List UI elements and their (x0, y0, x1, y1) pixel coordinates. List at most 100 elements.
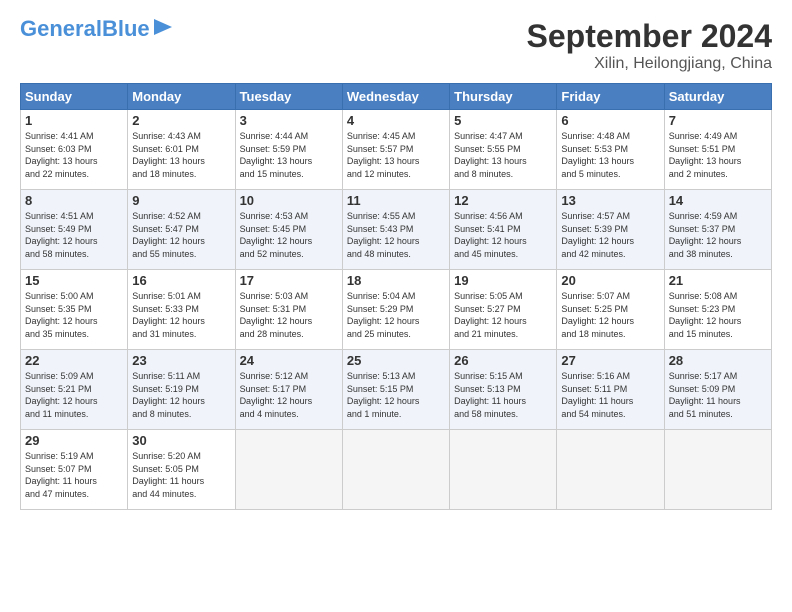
day-info: Sunrise: 5:07 AM Sunset: 5:25 PM Dayligh… (561, 290, 659, 340)
day-number: 10 (240, 193, 338, 208)
day-info: Sunrise: 5:08 AM Sunset: 5:23 PM Dayligh… (669, 290, 767, 340)
table-cell: 8Sunrise: 4:51 AM Sunset: 5:49 PM Daylig… (21, 190, 128, 270)
table-cell: 11 Sunrise: 4:55 AM Sunset: 5:43 PM Dayli… (342, 190, 449, 270)
table-cell: 16 Sunrise: 5:01 AM Sunset: 5:33 PM Dayli… (128, 270, 235, 350)
day-info: Sunrise: 4:55 AM Sunset: 5:43 PM Dayligh… (347, 210, 445, 260)
day-info: Sunrise: 4:49 AM Sunset: 5:51 PM Dayligh… (669, 130, 767, 180)
table-cell: 3 Sunrise: 4:44 AM Sunset: 5:59 PM Daylig… (235, 110, 342, 190)
table-cell: 5 Sunrise: 4:47 AM Sunset: 5:55 PM Daylig… (450, 110, 557, 190)
table-cell: 1Sunrise: 4:41 AM Sunset: 6:03 PM Daylig… (21, 110, 128, 190)
table-cell: 10 Sunrise: 4:53 AM Sunset: 5:45 PM Dayli… (235, 190, 342, 270)
day-info: Sunrise: 5:19 AM Sunset: 5:07 PM Dayligh… (25, 450, 123, 500)
day-info: Sunrise: 5:00 AM Sunset: 5:35 PM Dayligh… (25, 290, 123, 340)
title-section: September 2024 Xilin, Heilongjiang, Chin… (527, 18, 772, 73)
day-info: Sunrise: 5:05 AM Sunset: 5:27 PM Dayligh… (454, 290, 552, 340)
month-title: September 2024 (527, 18, 772, 55)
day-info: Sunrise: 4:44 AM Sunset: 5:59 PM Dayligh… (240, 130, 338, 180)
page: GeneralBlue September 2024 Xilin, Heilon… (0, 0, 792, 612)
table-cell: 20 Sunrise: 5:07 AM Sunset: 5:25 PM Dayli… (557, 270, 664, 350)
day-info: Sunrise: 5:20 AM Sunset: 5:05 PM Dayligh… (132, 450, 230, 500)
table-cell: 9Sunrise: 4:52 AM Sunset: 5:47 PM Daylig… (128, 190, 235, 270)
table-cell: 4 Sunrise: 4:45 AM Sunset: 5:57 PM Daylig… (342, 110, 449, 190)
day-number: 25 (347, 353, 445, 368)
day-number: 23 (132, 353, 230, 368)
day-info: Sunrise: 4:56 AM Sunset: 5:41 PM Dayligh… (454, 210, 552, 260)
table-cell (342, 430, 449, 510)
day-number: 14 (669, 193, 767, 208)
day-number: 21 (669, 273, 767, 288)
day-info: Sunrise: 4:59 AM Sunset: 5:37 PM Dayligh… (669, 210, 767, 260)
week-row-1: 1Sunrise: 4:41 AM Sunset: 6:03 PM Daylig… (21, 110, 772, 190)
location-title: Xilin, Heilongjiang, China (527, 55, 772, 73)
week-row-4: 22Sunrise: 5:09 AM Sunset: 5:21 PM Dayli… (21, 350, 772, 430)
col-sunday: Sunday (21, 84, 128, 110)
week-row-5: 29 Sunrise: 5:19 AM Sunset: 5:07 PM Dayli… (21, 430, 772, 510)
table-cell: 6 Sunrise: 4:48 AM Sunset: 5:53 PM Daylig… (557, 110, 664, 190)
day-info: Sunrise: 4:57 AM Sunset: 5:39 PM Dayligh… (561, 210, 659, 260)
day-info: Sunrise: 5:17 AM Sunset: 5:09 PM Dayligh… (669, 370, 767, 420)
day-number: 16 (132, 273, 230, 288)
table-cell: 23 Sunrise: 5:11 AM Sunset: 5:19 PM Dayli… (128, 350, 235, 430)
col-monday: Monday (128, 84, 235, 110)
day-info: Sunrise: 4:52 AM Sunset: 5:47 PM Dayligh… (132, 210, 230, 260)
table-cell: 2Sunrise: 4:43 AM Sunset: 6:01 PM Daylig… (128, 110, 235, 190)
day-info: Sunrise: 5:13 AM Sunset: 5:15 PM Dayligh… (347, 370, 445, 420)
day-number: 15 (25, 273, 123, 288)
day-number: 7 (669, 113, 767, 128)
day-number: 27 (561, 353, 659, 368)
day-number: 6 (561, 113, 659, 128)
day-number: 13 (561, 193, 659, 208)
table-cell: 18 Sunrise: 5:04 AM Sunset: 5:29 PM Dayli… (342, 270, 449, 350)
day-number: 20 (561, 273, 659, 288)
calendar-table: Sunday Monday Tuesday Wednesday Thursday… (20, 83, 772, 510)
logo: GeneralBlue (20, 18, 174, 40)
col-thursday: Thursday (450, 84, 557, 110)
day-info: Sunrise: 4:47 AM Sunset: 5:55 PM Dayligh… (454, 130, 552, 180)
table-cell: 21 Sunrise: 5:08 AM Sunset: 5:23 PM Dayli… (664, 270, 771, 350)
logo-arrow-icon (152, 17, 174, 37)
table-cell: 30 Sunrise: 5:20 AM Sunset: 5:05 PM Dayli… (128, 430, 235, 510)
day-info: Sunrise: 4:48 AM Sunset: 5:53 PM Dayligh… (561, 130, 659, 180)
day-info: Sunrise: 5:12 AM Sunset: 5:17 PM Dayligh… (240, 370, 338, 420)
week-row-2: 8Sunrise: 4:51 AM Sunset: 5:49 PM Daylig… (21, 190, 772, 270)
logo-text: GeneralBlue (20, 18, 150, 40)
table-cell: 7 Sunrise: 4:49 AM Sunset: 5:51 PM Daylig… (664, 110, 771, 190)
table-cell: 17Sunrise: 5:03 AM Sunset: 5:31 PM Dayli… (235, 270, 342, 350)
day-number: 11 (347, 193, 445, 208)
day-number: 19 (454, 273, 552, 288)
day-number: 8 (25, 193, 123, 208)
day-number: 29 (25, 433, 123, 448)
day-info: Sunrise: 4:53 AM Sunset: 5:45 PM Dayligh… (240, 210, 338, 260)
day-number: 17 (240, 273, 338, 288)
table-cell: 13 Sunrise: 4:57 AM Sunset: 5:39 PM Dayli… (557, 190, 664, 270)
day-info: Sunrise: 5:04 AM Sunset: 5:29 PM Dayligh… (347, 290, 445, 340)
day-info: Sunrise: 4:45 AM Sunset: 5:57 PM Dayligh… (347, 130, 445, 180)
table-cell (664, 430, 771, 510)
day-number: 18 (347, 273, 445, 288)
header: GeneralBlue September 2024 Xilin, Heilon… (20, 18, 772, 73)
column-header-row: Sunday Monday Tuesday Wednesday Thursday… (21, 84, 772, 110)
day-info: Sunrise: 5:15 AM Sunset: 5:13 PM Dayligh… (454, 370, 552, 420)
table-cell: 26Sunrise: 5:15 AM Sunset: 5:13 PM Dayli… (450, 350, 557, 430)
table-cell: 28 Sunrise: 5:17 AM Sunset: 5:09 PM Dayli… (664, 350, 771, 430)
day-info: Sunrise: 5:09 AM Sunset: 5:21 PM Dayligh… (25, 370, 123, 420)
table-cell (450, 430, 557, 510)
col-saturday: Saturday (664, 84, 771, 110)
day-info: Sunrise: 5:01 AM Sunset: 5:33 PM Dayligh… (132, 290, 230, 340)
day-number: 4 (347, 113, 445, 128)
day-number: 1 (25, 113, 123, 128)
day-info: Sunrise: 5:16 AM Sunset: 5:11 PM Dayligh… (561, 370, 659, 420)
table-cell (235, 430, 342, 510)
day-number: 5 (454, 113, 552, 128)
day-number: 30 (132, 433, 230, 448)
day-info: Sunrise: 4:43 AM Sunset: 6:01 PM Dayligh… (132, 130, 230, 180)
table-cell: 29 Sunrise: 5:19 AM Sunset: 5:07 PM Dayli… (21, 430, 128, 510)
table-cell (557, 430, 664, 510)
day-info: Sunrise: 5:11 AM Sunset: 5:19 PM Dayligh… (132, 370, 230, 420)
table-cell: 25 Sunrise: 5:13 AM Sunset: 5:15 PM Dayli… (342, 350, 449, 430)
day-number: 28 (669, 353, 767, 368)
day-number: 3 (240, 113, 338, 128)
col-friday: Friday (557, 84, 664, 110)
logo-general: General (20, 16, 102, 41)
table-cell: 14 Sunrise: 4:59 AM Sunset: 5:37 PM Dayli… (664, 190, 771, 270)
